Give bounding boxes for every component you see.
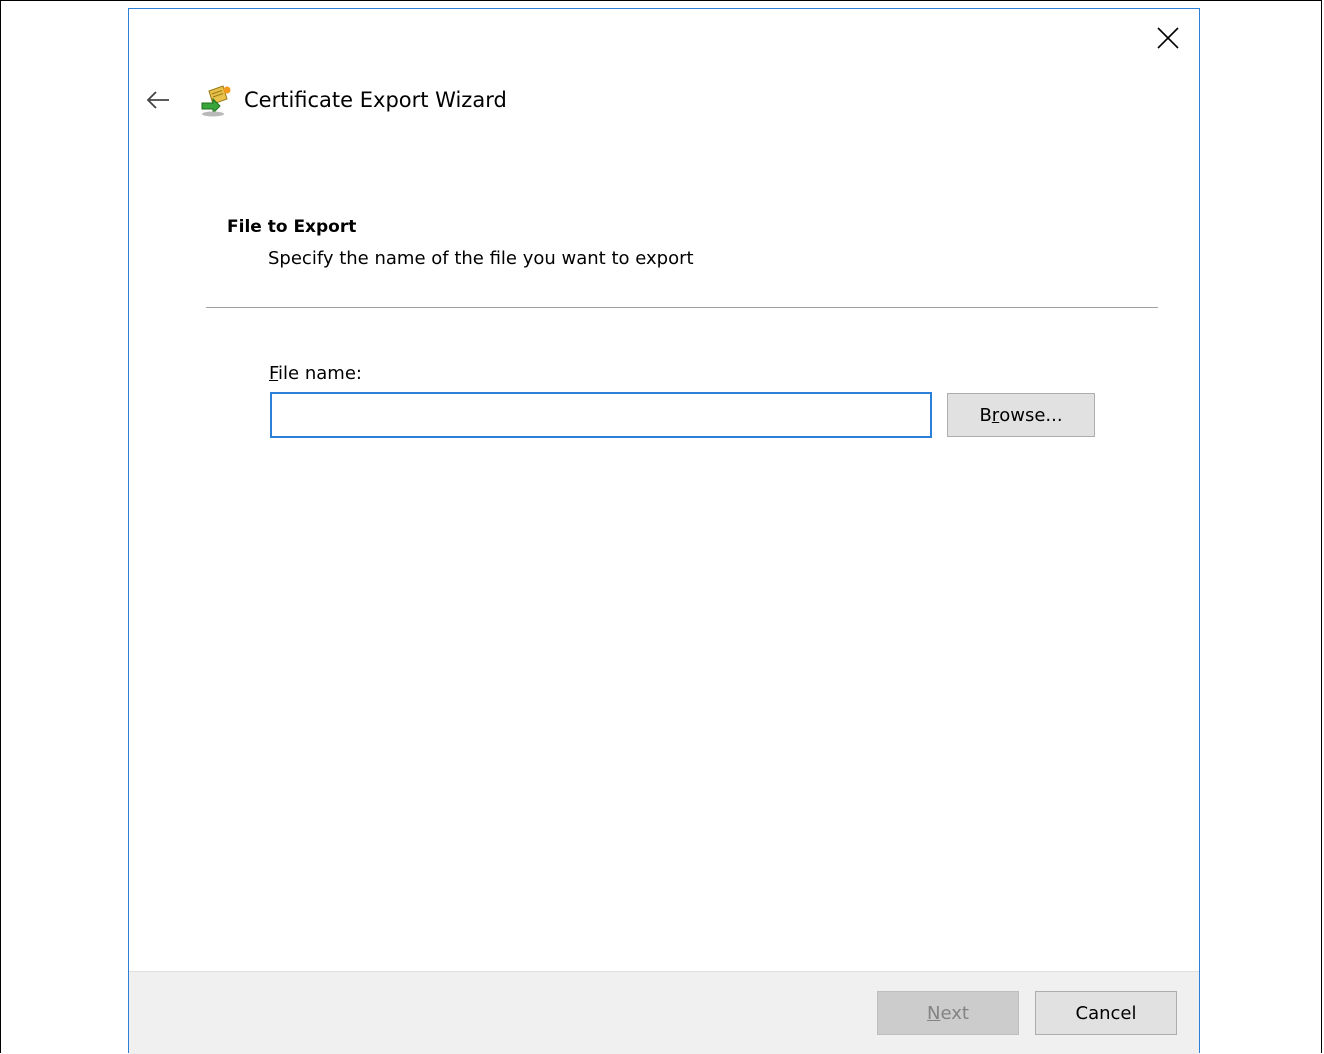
back-arrow-icon — [146, 91, 169, 109]
browse-button[interactable]: Br owse... — [947, 393, 1095, 437]
browse-label-accesskey: r — [991, 404, 1000, 426]
next-button[interactable]: Next — [877, 991, 1019, 1035]
file-name-input[interactable] — [270, 392, 932, 438]
page-subtitle: Specify the name of the file you want to… — [268, 248, 694, 269]
browse-label-rest: owse... — [999, 404, 1063, 426]
wizard-title: Certificate Export Wizard — [244, 88, 507, 112]
back-button[interactable] — [141, 85, 175, 115]
certificate-export-icon — [201, 85, 231, 117]
cancel-button[interactable]: Cancel — [1035, 991, 1177, 1035]
wizard-footer: Next Cancel — [129, 971, 1199, 1054]
browse-label-pre: B — [979, 404, 992, 426]
file-name-label-text: ile name: — [278, 363, 362, 384]
file-name-label-accesskey: F — [269, 363, 279, 384]
file-name-label: File name: — [269, 361, 362, 387]
certificate-export-wizard-dialog: Certificate Export Wizard File to Export… — [128, 8, 1200, 1054]
header-separator — [206, 307, 1158, 308]
close-button[interactable] — [1149, 21, 1187, 55]
next-label-rest: ext — [940, 1002, 969, 1024]
next-label-accesskey: N — [927, 1002, 941, 1024]
close-icon — [1157, 27, 1179, 49]
page-heading: File to Export — [227, 217, 357, 237]
